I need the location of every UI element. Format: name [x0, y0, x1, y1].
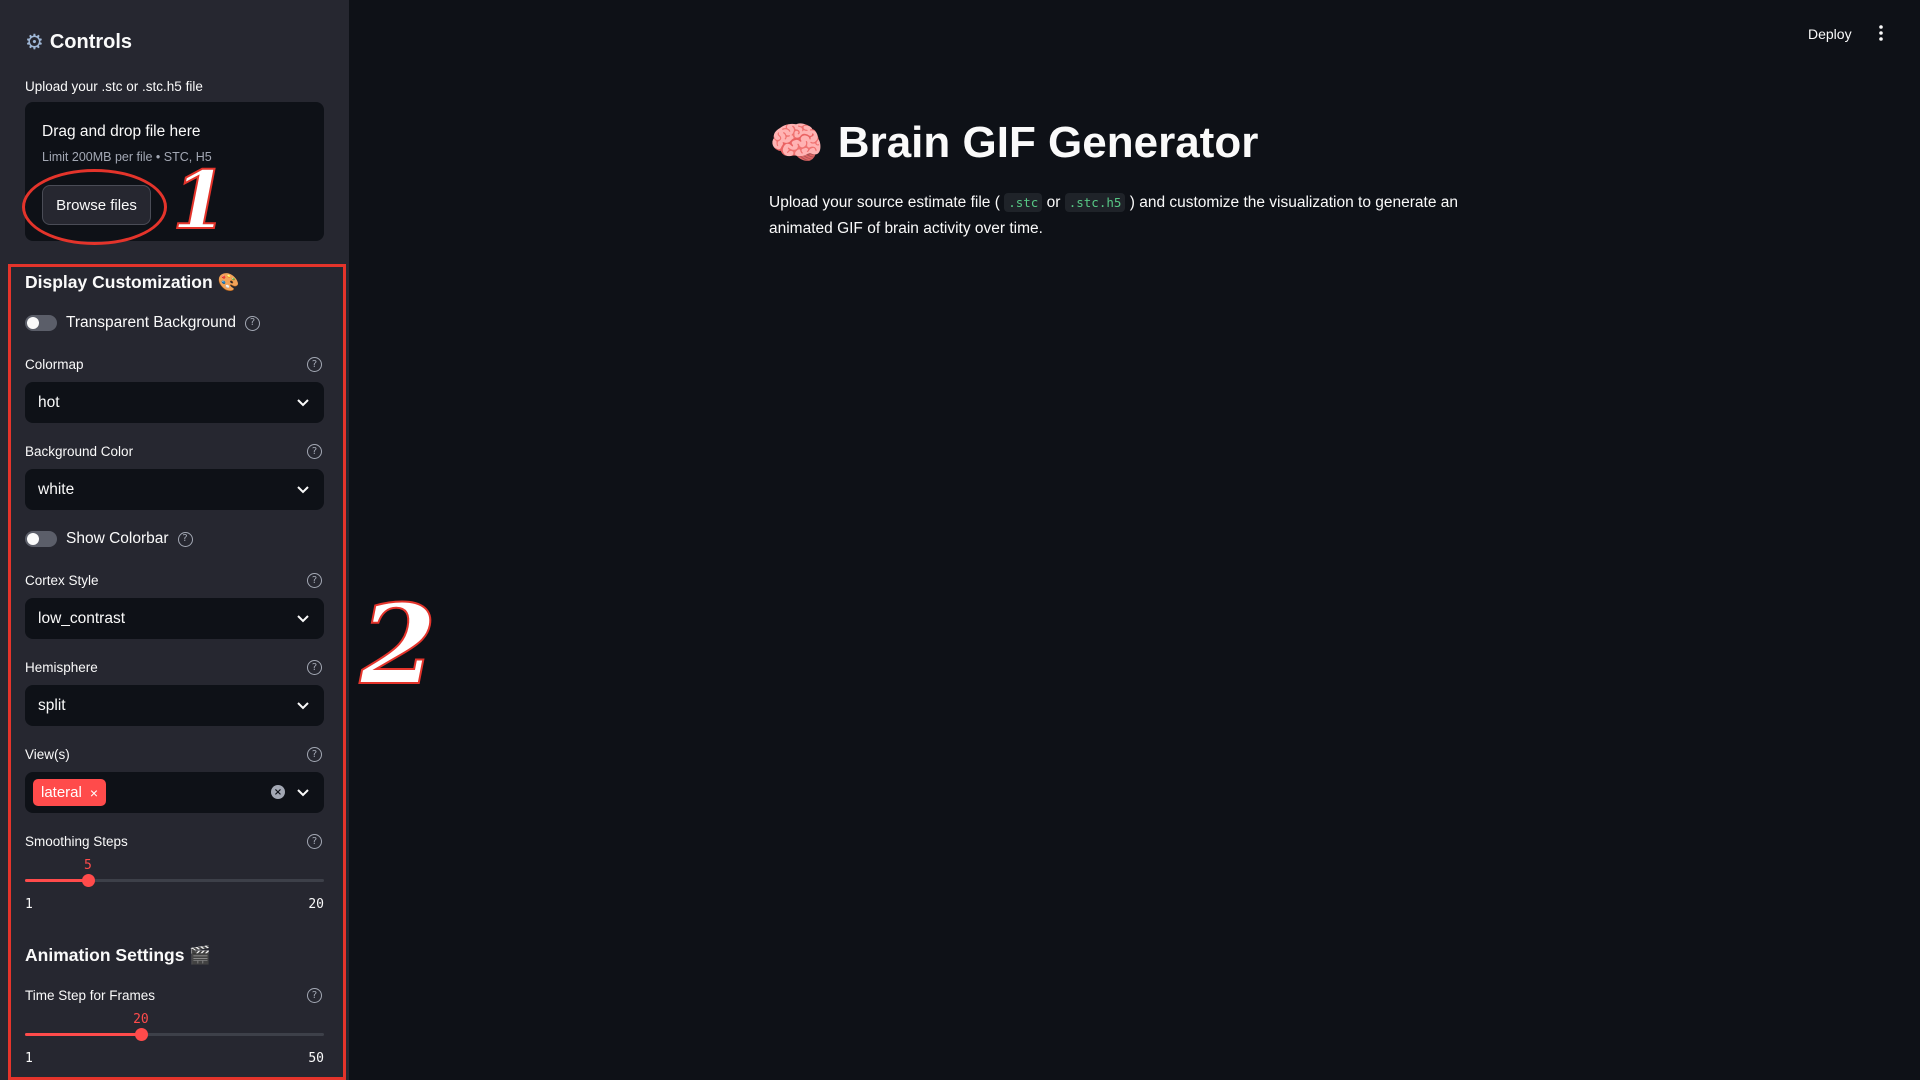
clear-icon[interactable]: ×: [271, 785, 285, 799]
show-colorbar-label: Show Colorbar: [66, 530, 169, 547]
dropzone-limit-text: Limit 200MB per file • STC, H5: [42, 150, 212, 164]
view-tag-label: lateral: [41, 784, 82, 801]
hemisphere-select[interactable]: split: [25, 685, 324, 726]
sidebar-title: ⚙ Controls: [25, 30, 132, 55]
colormap-value: hot: [38, 393, 60, 411]
cortex-style-select[interactable]: low_contrast: [25, 598, 324, 639]
annotation-number-2: 2: [359, 580, 438, 709]
chevron-down-icon: [297, 486, 309, 494]
deploy-button[interactable]: Deploy: [1808, 26, 1852, 42]
slider-thumb[interactable]: [81, 874, 95, 887]
view-tag-lateral: lateral ×: [33, 779, 107, 806]
background-color-value: white: [38, 480, 75, 498]
page-title-text: Brain GIF Generator: [837, 118, 1259, 167]
hemisphere-value: split: [38, 696, 66, 714]
code-stc-h5: .stc.h5: [1064, 193, 1126, 212]
slider-thumb[interactable]: [134, 1028, 148, 1041]
smoothing-steps-slider[interactable]: 5: [25, 858, 324, 904]
sidebar-title-text: Controls: [49, 31, 133, 53]
colormap-select[interactable]: hot: [25, 382, 324, 423]
time-step-slider[interactable]: 20: [25, 1012, 324, 1058]
description-or: or: [1046, 194, 1061, 211]
menu-dots-icon[interactable]: [1878, 24, 1884, 42]
transparent-background-label: Transparent Background: [66, 314, 237, 331]
file-dropzone[interactable]: Drag and drop file here Limit 200MB per …: [25, 102, 324, 241]
background-color-select[interactable]: white: [25, 469, 324, 510]
animation-settings-heading: Animation Settings 🎬: [25, 945, 212, 965]
time-step-label: Time Step for Frames: [25, 988, 156, 1003]
chevron-down-icon: [297, 789, 309, 797]
display-customization-heading: Display Customization 🎨: [25, 272, 240, 292]
slider-max: 50: [308, 1051, 324, 1066]
dropzone-text: Drag and drop file here: [42, 123, 201, 140]
remove-tag-icon[interactable]: ×: [90, 785, 98, 801]
browse-files-button[interactable]: Browse files: [42, 185, 151, 225]
chevron-down-icon: [297, 399, 309, 407]
slider-max: 20: [308, 897, 324, 912]
gear-icon: ⚙: [25, 31, 44, 54]
cortex-style-label: Cortex Style: [25, 573, 99, 588]
colormap-label: Colormap: [25, 357, 84, 372]
help-icon[interactable]: ?: [245, 315, 261, 331]
slider-value: 20: [133, 1012, 149, 1027]
help-icon[interactable]: ?: [307, 357, 322, 372]
page-title: 🧠 Brain GIF Generator: [769, 117, 1258, 169]
slider-fill: [25, 879, 88, 882]
cortex-style-value: low_contrast: [38, 609, 126, 627]
transparent-background-toggle[interactable]: Transparent Background ?: [25, 314, 261, 332]
toggle-switch[interactable]: [25, 531, 57, 547]
slider-fill: [25, 1033, 141, 1036]
show-colorbar-toggle[interactable]: Show Colorbar ?: [25, 530, 193, 548]
smoothing-steps-label: Smoothing Steps: [25, 834, 128, 849]
help-icon[interactable]: ?: [307, 573, 322, 588]
help-icon[interactable]: ?: [307, 747, 322, 762]
chevron-down-icon: [297, 615, 309, 623]
upload-label: Upload your .stc or .stc.h5 file: [25, 79, 203, 94]
views-label: View(s): [25, 747, 70, 762]
chevron-down-icon: [297, 702, 309, 710]
slider-min: 1: [25, 1051, 33, 1066]
slider-value: 5: [84, 858, 92, 873]
page-description: Upload your source estimate file ( .stc …: [769, 190, 1489, 242]
sidebar: ⚙ Controls Upload your .stc or .stc.h5 f…: [0, 0, 349, 1080]
help-icon[interactable]: ?: [307, 444, 322, 459]
help-icon[interactable]: ?: [307, 988, 322, 1003]
slider-min: 1: [25, 897, 33, 912]
help-icon[interactable]: ?: [307, 834, 322, 849]
background-color-label: Background Color: [25, 444, 134, 459]
hemisphere-label: Hemisphere: [25, 660, 98, 675]
views-multiselect[interactable]: lateral × ×: [25, 772, 324, 813]
toggle-switch[interactable]: [25, 315, 57, 331]
brain-icon: 🧠: [769, 119, 824, 168]
help-icon[interactable]: ?: [307, 660, 322, 675]
code-stc: .stc: [1004, 193, 1043, 212]
description-text: Upload your source estimate file (: [769, 194, 1000, 211]
help-icon[interactable]: ?: [177, 531, 193, 547]
